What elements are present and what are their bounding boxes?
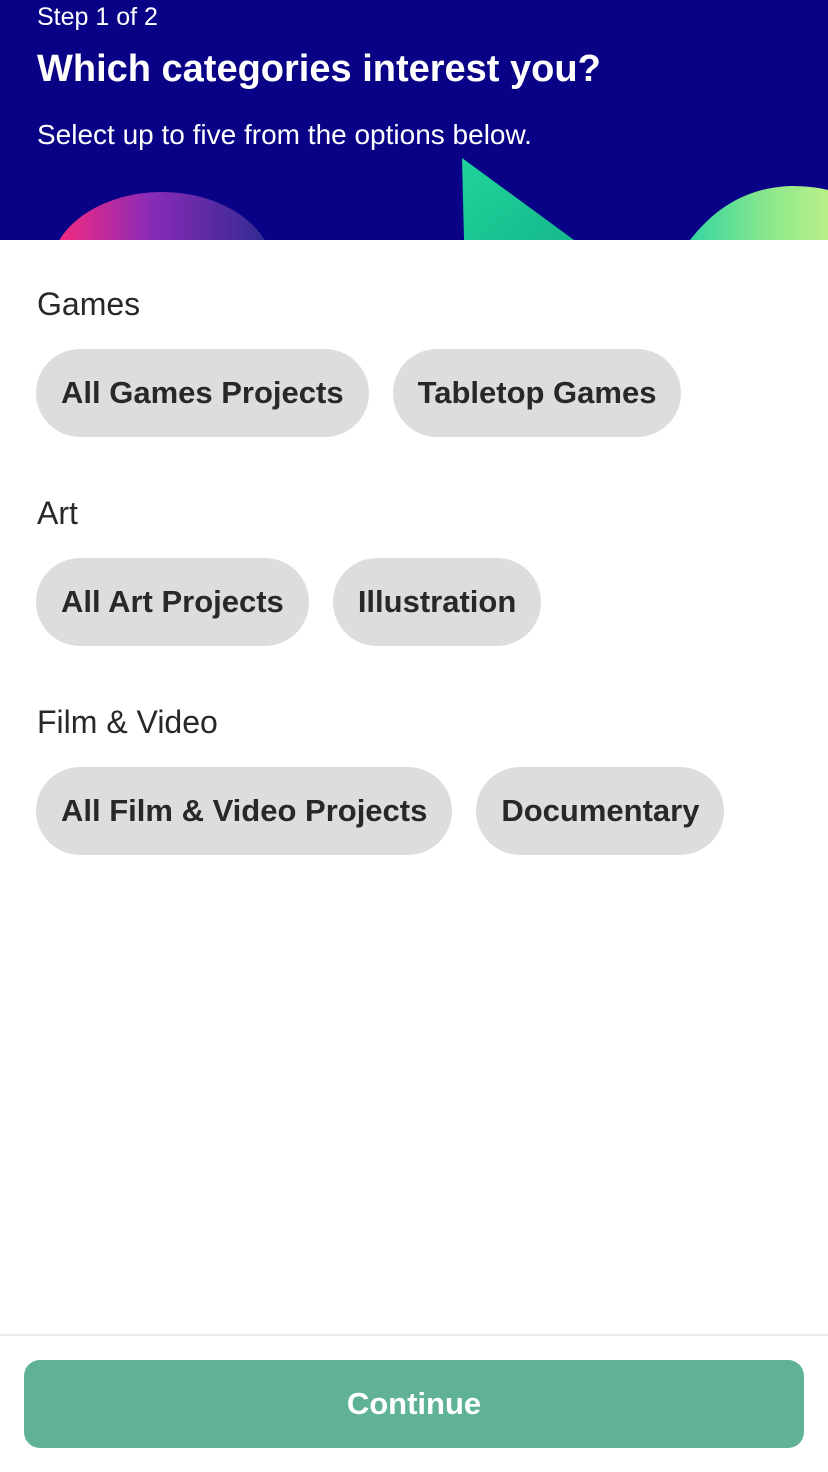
page-subtitle: Select up to five from the options below… <box>37 119 532 150</box>
header-banner: Step 1 of 2 Which categories interest yo… <box>0 0 828 240</box>
section-title-art: Art <box>37 495 78 531</box>
category-chip-all-film-video-projects[interactable]: All Film & Video Projects <box>36 767 453 855</box>
page-title: Which categories interest you? <box>37 48 601 90</box>
green-triangle-shape <box>462 158 574 240</box>
category-chip-documentary[interactable]: Documentary <box>476 767 725 855</box>
footer-divider <box>0 1334 828 1336</box>
section-title-film-video: Film & Video <box>37 704 218 740</box>
onboarding-screen: Step 1 of 2 Which categories interest yo… <box>0 0 828 1472</box>
chip-row-art: All Art Projects Illustration <box>36 558 542 646</box>
chip-row-games: All Games Projects Tabletop Games <box>36 349 682 437</box>
pink-orb-shape <box>59 192 265 240</box>
step-indicator: Step 1 of 2 <box>37 3 158 31</box>
section-title-games: Games <box>37 286 141 322</box>
green-wave-shape <box>690 186 828 240</box>
category-chip-tabletop-games[interactable]: Tabletop Games <box>392 349 682 437</box>
continue-button[interactable]: Continue <box>24 1360 804 1448</box>
chip-row-film-video: All Film & Video Projects Documentary <box>36 767 725 855</box>
category-chip-all-games-projects[interactable]: All Games Projects <box>36 349 369 437</box>
category-chip-all-art-projects[interactable]: All Art Projects <box>36 558 309 646</box>
category-chip-illustration[interactable]: Illustration <box>332 558 542 646</box>
